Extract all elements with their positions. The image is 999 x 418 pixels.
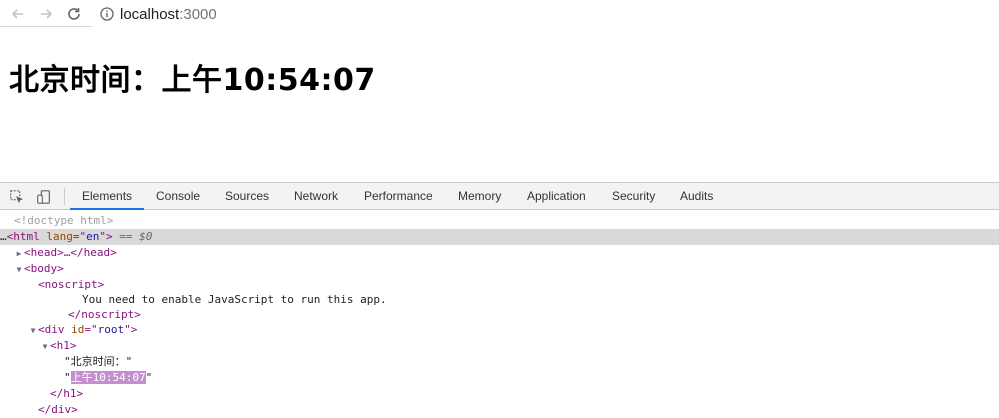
- tab-network[interactable]: Network: [294, 183, 338, 210]
- noscript-open-tag: <noscript>: [38, 278, 105, 291]
- body-tag: <body>: [24, 262, 64, 275]
- dom-line-h1-close[interactable]: </h1>: [0, 386, 999, 402]
- inspect-element-icon[interactable]: [8, 188, 26, 206]
- doctype-text: <!doctype html>: [14, 214, 114, 227]
- dom-line-h1-open[interactable]: ▼ <h1>: [0, 338, 999, 354]
- reload-icon: [68, 8, 80, 20]
- page-heading: 北京时间：上午10:54:07: [9, 63, 376, 98]
- address-bar[interactable]: localhost:3000: [92, 1, 999, 27]
- tab-memory[interactable]: Memory: [458, 183, 501, 210]
- head-tag: <head>…</head>: [24, 246, 117, 259]
- tab-application[interactable]: Application: [527, 183, 586, 210]
- browser-toolbar: localhost:3000: [0, 0, 999, 27]
- tab-performance[interactable]: Performance: [364, 183, 433, 210]
- noscript-close-tag: </noscript>: [68, 308, 141, 321]
- url-port: :3000: [179, 5, 217, 23]
- div-close-bracket: >: [130, 323, 138, 336]
- tab-sources[interactable]: Sources: [225, 183, 269, 210]
- arrow-left-icon: [11, 9, 23, 19]
- reload-button[interactable]: [64, 4, 84, 24]
- html-open-tag: <html: [6, 230, 40, 243]
- collapse-triangle-icon[interactable]: ▼: [14, 262, 24, 278]
- collapse-triangle-icon[interactable]: ▼: [40, 339, 50, 355]
- url-text: localhost:3000: [120, 6, 217, 23]
- arrow-right-icon: [41, 9, 53, 19]
- info-icon[interactable]: [100, 7, 114, 21]
- selected-marker: == $0: [119, 230, 153, 243]
- tab-console[interactable]: Console: [156, 183, 200, 210]
- devtools-tabbar: Elements Console Sources Network Perform…: [0, 183, 999, 210]
- html-attr-name: lang: [46, 230, 73, 243]
- device-toolbar-icon[interactable]: [35, 188, 53, 206]
- div-open-tag: <div: [38, 323, 65, 336]
- tab-security[interactable]: Security: [612, 183, 655, 210]
- dom-line-html[interactable]: …<html lang="en"> == $0: [0, 229, 999, 245]
- forward-button[interactable]: [36, 4, 56, 24]
- html-attr-value: en: [86, 230, 100, 243]
- back-button[interactable]: [8, 4, 28, 24]
- devtools-panel: Elements Console Sources Network Perform…: [0, 182, 999, 418]
- dom-line-noscript-text[interactable]: You need to enable JavaScript to run thi…: [0, 292, 999, 308]
- ellipsis-marker: …: [0, 230, 7, 243]
- div-close-tag: </div>: [38, 403, 78, 416]
- dom-line-text-node-2[interactable]: "上午10:54:07": [0, 370, 999, 386]
- text-node-1: 北京时间：: [70, 355, 126, 368]
- dom-line-body[interactable]: ▼ <body>: [0, 261, 999, 277]
- dom-line-noscript-open[interactable]: <noscript>: [0, 277, 999, 293]
- dom-line-doctype[interactable]: <!doctype html>: [0, 213, 999, 229]
- div-attr-name: id: [71, 323, 85, 336]
- toolbar-divider: [64, 188, 65, 205]
- noscript-text: You need to enable JavaScript to run thi…: [82, 293, 387, 306]
- dom-line-noscript-close[interactable]: </noscript>: [0, 307, 999, 323]
- text-node-2-highlighted: 上午10:54:07: [70, 371, 146, 384]
- expand-triangle-icon[interactable]: ▶: [14, 246, 24, 262]
- dom-line-div-root[interactable]: ▼ <div id="root">: [0, 322, 999, 338]
- collapse-triangle-icon[interactable]: ▼: [28, 323, 38, 339]
- h1-close-tag: </h1>: [50, 387, 84, 400]
- h1-open-tag: <h1>: [50, 339, 77, 352]
- dom-line-text-node-1[interactable]: "北京时间：": [0, 354, 999, 370]
- html-close-bracket: >: [106, 230, 113, 243]
- dom-line-head[interactable]: ▶ <head>…</head>: [0, 245, 999, 261]
- div-attr-value: root: [97, 323, 125, 336]
- tab-elements[interactable]: Elements: [70, 183, 145, 210]
- dom-line-div-close[interactable]: </div>: [0, 402, 999, 418]
- tab-audits[interactable]: Audits: [680, 183, 713, 210]
- url-host: localhost: [120, 5, 180, 23]
